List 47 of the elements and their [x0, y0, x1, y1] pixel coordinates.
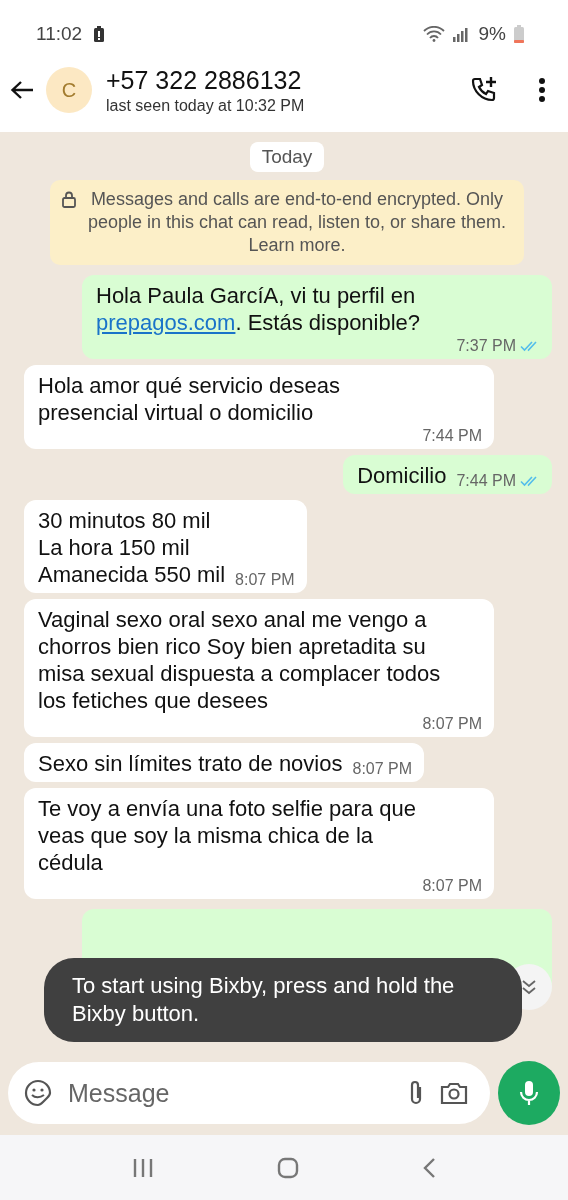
message-bubble[interactable]: 30 minutos 80 mil La hora 150 mil Amanecida 550 mil 8:07 PM [24, 500, 307, 593]
message-composer[interactable]: Message [8, 1062, 490, 1124]
home-icon[interactable] [277, 1156, 299, 1179]
message-text: Sexo sin límites trato de novios [38, 750, 343, 777]
message-bubble[interactable]: Hola Paula GarcíA, vi tu perfil en prepagos.com. Estás disponible? 7:37 PM [82, 275, 552, 359]
message-bubble[interactable]: Domicilio 7:44 PM [343, 455, 552, 494]
message-bubble[interactable]: Vaginal sexo oral sexo anal me vengo a chorros bien rico Soy bien apretadita su misa sexual dispuesta a complacer todos los fetiches que desees 8:07 PM [24, 599, 494, 737]
message-text: Hola Paula GarcíA, vi tu perfil en prepagos.com. Estás disponible? [96, 282, 422, 336]
message-input-field[interactable]: Message [66, 1077, 392, 1109]
message-bubble[interactable]: Hola amor qué servicio deseas presencial virtual o domicilio 7:44 PM [24, 365, 494, 449]
camera-icon[interactable] [440, 1081, 468, 1105]
signal-icon [452, 26, 471, 42]
lock-icon [62, 191, 76, 208]
back-arrow-icon[interactable] [10, 80, 34, 100]
battery-percent: 9% [478, 23, 506, 45]
message-time: 7:44 PM [456, 471, 516, 491]
bixby-hint-toast: To start using Bixby, press and hold the Bixby button. [44, 958, 522, 1042]
sticker-icon[interactable] [24, 1079, 52, 1107]
add-call-icon[interactable] [470, 76, 498, 104]
back-icon[interactable] [422, 1156, 437, 1179]
message-time: 8:07 PM [422, 714, 482, 734]
message-time: 8:07 PM [235, 570, 295, 590]
link[interactable]: prepagos.com [96, 310, 236, 335]
message-time: 8:07 PM [352, 759, 413, 779]
battery-icon [514, 25, 524, 43]
message-time: 7:37 PM [456, 336, 516, 356]
status-time: 11:02 [36, 23, 83, 45]
message-bubble[interactable]: Te voy a envía una foto selfie para que veas que soy la misma chica de la cédula 8:07 PM [24, 788, 494, 899]
message-text: 30 minutos 80 mil La hora 150 mil Amanecida 550 mil [38, 507, 226, 588]
message-time: 7:44 PM [422, 426, 482, 446]
more-options-icon[interactable] [538, 77, 546, 103]
contact-name[interactable]: +57 322 2886132 [106, 65, 460, 95]
message-text: Hola amor qué servicio deseas presencial virtual o domicilio [38, 372, 342, 426]
battery-alert-icon [94, 26, 105, 42]
recent-apps-icon[interactable] [131, 1157, 154, 1178]
encryption-text: Messages and calls are end-to-end encrypted. Only people in this chat can read, listen to, or share them. Learn more. [86, 188, 508, 257]
double-chevron-icon [521, 979, 537, 995]
message-text: Vaginal sexo oral sexo anal me vengo a chorros bien rico Soy bien apretadita su misa sexual dispuesta a complacer todos los fetiches que desees [38, 606, 442, 714]
message-bubble[interactable]: Sexo sin límites trato de novios 8:07 PM [24, 743, 425, 782]
message-text: Te voy a envía una foto selfie para que veas que soy la misma chica de la cédula [38, 795, 417, 876]
message-time: 8:07 PM [422, 876, 482, 896]
last-seen-status: last seen today at 10:32 PM [106, 96, 306, 115]
message-text: Domicilio [357, 462, 447, 489]
wifi-icon [422, 26, 445, 42]
microphone-icon [519, 1079, 539, 1107]
encryption-notice[interactable]: Messages and calls are end-to-end encrypted. Only people in this chat can read, listen to, or share them. Learn more. [50, 180, 524, 265]
date-chip: Today [249, 142, 325, 172]
